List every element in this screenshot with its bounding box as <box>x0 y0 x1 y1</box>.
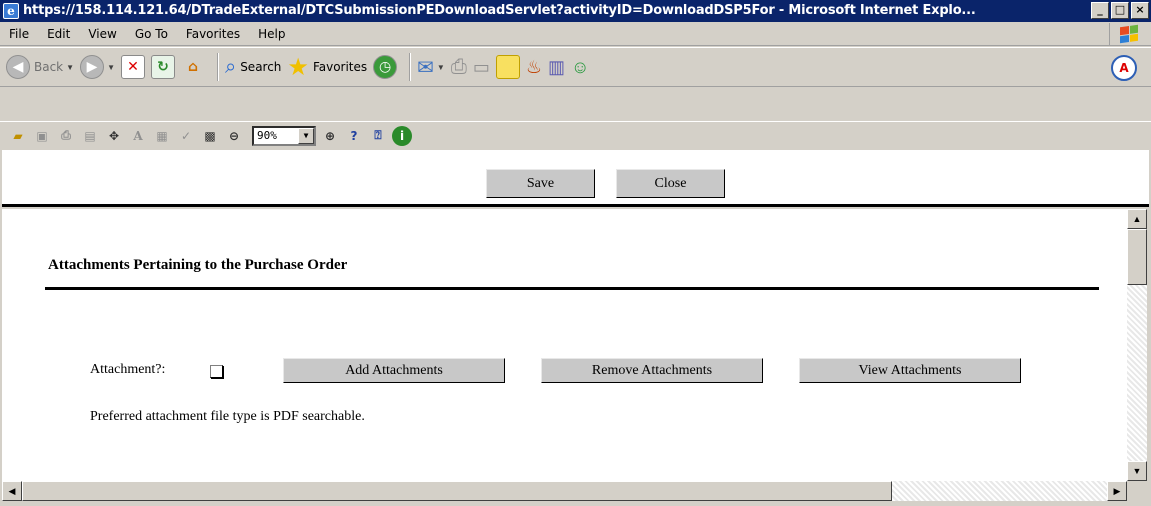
stop-button[interactable]: ✕ <box>120 51 145 83</box>
title-bar: e https://158.114.121.64/DTradeExternal/… <box>0 0 1151 22</box>
menu-favorites[interactable]: Favorites <box>177 27 249 41</box>
zoom-select[interactable]: 90% ▼ <box>252 125 316 146</box>
favorites-star-icon: ★ <box>287 53 309 81</box>
column-select-icon[interactable]: ▦ <box>152 126 172 146</box>
window-controls: _ □ × <box>1091 2 1149 19</box>
vertical-scroll-thumb[interactable] <box>1127 229 1147 285</box>
window-title: https://158.114.121.64/DTradeExternal/DT… <box>23 3 976 18</box>
scroll-down-icon[interactable]: ▼ <box>1127 461 1147 481</box>
page-action-bar: Save Close <box>2 150 1149 207</box>
history-button[interactable]: ◷ <box>373 51 398 83</box>
horizontal-scrollbar[interactable]: ◀ ▶ <box>2 481 1127 501</box>
hand-tool-icon[interactable]: ✥ <box>104 126 124 146</box>
forward-dropdown-icon[interactable]: ▼ <box>107 63 115 72</box>
refresh-button[interactable]: ↻ <box>150 51 175 83</box>
section-heading: Attachments Pertaining to the Purchase O… <box>48 257 348 273</box>
toolbar-separator <box>216 53 219 81</box>
search-icon: ⌕ <box>224 55 237 78</box>
acrobat-toolbar: ▰ ▣ ⎙ ▤ ✥ A ▦ ✓ ▩ ⊖ 90% ▼ ⊕ ? ⍰ i <box>0 121 1151 149</box>
remove-attachments-button[interactable]: Remove Attachments <box>541 358 763 383</box>
menu-view[interactable]: View <box>79 27 125 41</box>
stop-icon: ✕ <box>120 55 145 79</box>
mail-button[interactable]: ✉ ▼ <box>417 51 445 83</box>
favorites-label: Favorites <box>312 60 368 74</box>
scrollbar-corner <box>1127 481 1147 501</box>
menu-bar: File Edit View Go To Favorites Help <box>0 22 1151 46</box>
attachment-checkbox[interactable] <box>210 365 223 378</box>
zoom-value: 90% <box>257 129 277 142</box>
back-button[interactable]: ◀ Back ▼ <box>6 51 74 83</box>
java-icon: ♨ <box>525 56 542 77</box>
forward-button[interactable]: ▶ ▼ <box>80 51 115 83</box>
research-button[interactable]: ▥ <box>548 51 565 83</box>
text-select-icon[interactable]: A <box>128 126 148 146</box>
attachment-label: Attachment?: <box>90 362 166 377</box>
zoom-in-icon[interactable]: ⊕ <box>320 126 340 146</box>
refresh-icon: ↻ <box>150 55 175 79</box>
maximize-button[interactable]: □ <box>1111 2 1129 19</box>
zoom-out-icon[interactable]: ⊖ <box>224 126 244 146</box>
mail-dropdown-icon[interactable]: ▼ <box>437 63 445 72</box>
forward-arrow-icon: ▶ <box>80 55 105 79</box>
back-arrow-icon: ◀ <box>6 55 30 79</box>
edit-icon: ▭ <box>472 56 490 77</box>
add-attachments-button[interactable]: Add Attachments <box>283 358 505 383</box>
contacts-button[interactable]: ☺ <box>571 51 589 83</box>
close-button[interactable]: Close <box>616 169 725 198</box>
menu-help[interactable]: Help <box>249 27 294 41</box>
close-window-button[interactable]: × <box>1131 2 1149 19</box>
save-button[interactable]: Save <box>486 169 595 198</box>
research-books-icon: ▥ <box>548 56 566 77</box>
back-label: Back <box>34 60 64 74</box>
print-icon: ⎙ <box>450 55 467 78</box>
view-attachments-button[interactable]: View Attachments <box>799 358 1021 383</box>
browser-window: e https://158.114.121.64/DTradeExternal/… <box>0 0 1151 506</box>
note-icon <box>495 55 520 79</box>
search-label: Search <box>240 60 282 74</box>
toolbar-separator <box>409 53 412 81</box>
help-icon[interactable]: ⍰ <box>368 126 388 146</box>
favorites-button[interactable]: ★ Favorites <box>287 51 367 83</box>
home-button[interactable]: ⌂ <box>181 51 205 83</box>
messenger-button[interactable]: ♨ <box>526 51 542 83</box>
horizontal-scroll-thumb[interactable] <box>22 481 892 501</box>
section-divider <box>45 287 1099 290</box>
email-doc-icon[interactable]: ▤ <box>80 126 100 146</box>
history-icon: ◷ <box>373 55 398 79</box>
ie-page-icon: e <box>3 3 19 19</box>
edit-button[interactable]: ▭ <box>473 51 490 83</box>
zoom-dropdown-icon[interactable]: ▼ <box>298 127 314 144</box>
print-button[interactable]: ⎙ <box>451 51 467 83</box>
home-icon: ⌂ <box>187 59 198 75</box>
save-disk-icon[interactable]: ▣ <box>32 126 52 146</box>
info-icon[interactable]: i <box>392 125 412 146</box>
whats-this-icon[interactable]: ? <box>344 126 364 146</box>
windows-logo-icon <box>1109 23 1147 45</box>
back-dropdown-icon[interactable]: ▼ <box>66 63 74 72</box>
spellcheck-icon[interactable]: ✓ <box>176 126 196 146</box>
standard-toolbar: ◀ Back ▼ ▶ ▼ ✕ ↻ ⌂ ⌕ Search ★ Favorites … <box>0 47 1151 87</box>
open-folder-icon[interactable]: ▰ <box>8 126 28 146</box>
scroll-up-icon[interactable]: ▲ <box>1127 209 1147 229</box>
acrobat-pdf-icon[interactable]: A <box>1111 55 1137 81</box>
minimize-button[interactable]: _ <box>1091 2 1109 19</box>
page-content: Attachments Pertaining to the Purchase O… <box>2 209 1127 481</box>
scroll-right-icon[interactable]: ▶ <box>1107 481 1127 501</box>
file-type-note: Preferred attachment file type is PDF se… <box>90 409 365 424</box>
search-button[interactable]: ⌕ Search <box>225 51 281 83</box>
mail-icon: ✉ <box>417 56 434 79</box>
vertical-scrollbar[interactable]: ▲ ▼ <box>1127 209 1147 481</box>
scroll-left-icon[interactable]: ◀ <box>2 481 22 501</box>
menu-file[interactable]: File <box>0 27 38 41</box>
menu-edit[interactable]: Edit <box>38 27 79 41</box>
discuss-button[interactable] <box>495 51 520 83</box>
print-doc-icon[interactable]: ⎙ <box>56 126 76 146</box>
snapshot-icon[interactable]: ▩ <box>200 126 220 146</box>
people-icon: ☺ <box>571 56 590 77</box>
menu-goto[interactable]: Go To <box>126 27 177 41</box>
